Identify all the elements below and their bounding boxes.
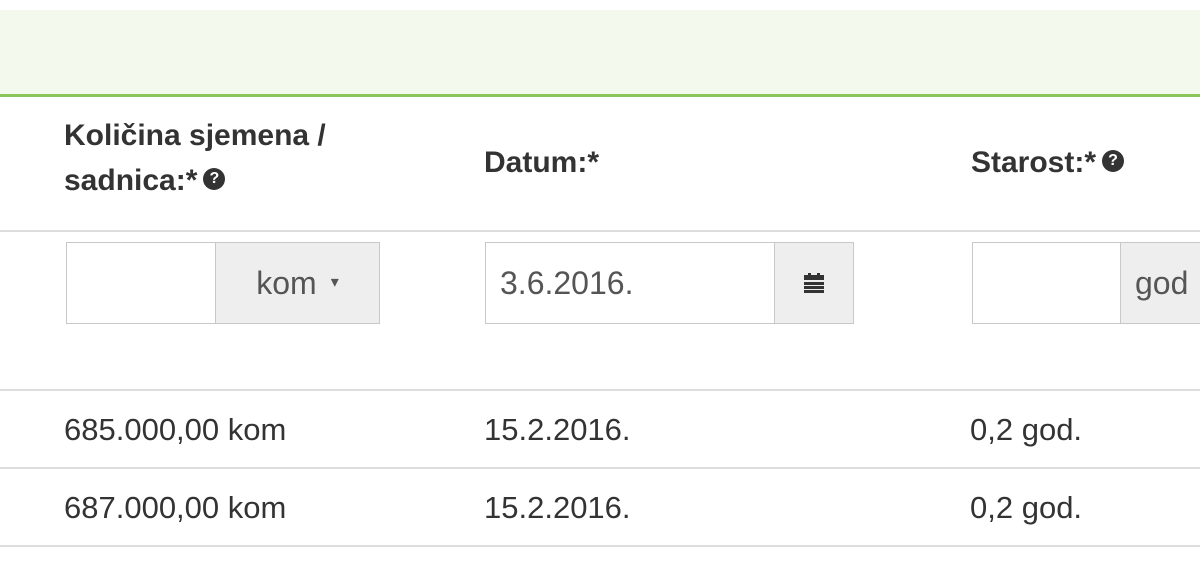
row-divider: [0, 467, 1200, 469]
question-circle-icon[interactable]: ?: [1102, 150, 1125, 173]
input-row-divider: [0, 389, 1200, 391]
age-unit-value: god: [1135, 265, 1189, 301]
row-quantity: 687.000,00 kom: [64, 490, 287, 525]
quantity-unit-value: kom: [256, 265, 317, 301]
quantity-header: Količina sjemena / sadnica:*?: [64, 113, 326, 203]
age-header-label: Starost:*: [971, 146, 1097, 179]
row-quantity: 685.000,00 kom: [64, 412, 287, 447]
quantity-header-line1: Količina sjemena /: [64, 119, 326, 152]
date-input[interactable]: 3.6.2016.: [486, 243, 775, 323]
date-header: Datum:*: [484, 140, 599, 185]
row-age: 0,2 god.: [970, 412, 1083, 447]
header-divider: [0, 230, 1200, 232]
row-date: 15.2.2016.: [484, 490, 631, 525]
seedling-entry-form: Količina sjemena / sadnica:*? Datum:* St…: [0, 0, 1200, 565]
question-circle-icon[interactable]: ?: [203, 168, 226, 191]
date-input-group: 3.6.2016.: [485, 242, 854, 324]
date-header-label: Datum:*: [484, 146, 600, 179]
calendar-icon: [804, 273, 824, 293]
age-unit-select[interactable]: god: [1121, 243, 1200, 323]
quantity-unit-select[interactable]: kom ▾: [216, 243, 379, 323]
age-input[interactable]: [973, 243, 1121, 323]
age-header: Starost:*?: [971, 140, 1125, 185]
top-banner: [0, 10, 1200, 97]
date-picker-button[interactable]: [775, 243, 853, 323]
row-date: 15.2.2016.: [484, 412, 631, 447]
row-age: 0,2 god.: [970, 490, 1083, 525]
row-divider: [0, 545, 1200, 547]
age-input-group: god: [972, 242, 1200, 324]
quantity-input[interactable]: [67, 243, 216, 323]
quantity-header-line2: sadnica:*: [64, 164, 198, 197]
quantity-input-group: kom ▾: [66, 242, 380, 324]
caret-down-icon: ▾: [330, 274, 339, 291]
